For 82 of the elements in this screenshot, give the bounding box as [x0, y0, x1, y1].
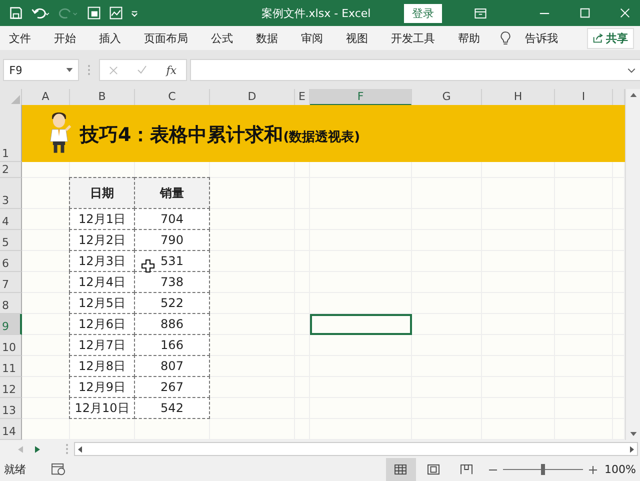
column-header[interactable]: F [310, 89, 412, 106]
table-cell: 704 [134, 208, 210, 230]
row-header[interactable]: 3 [0, 178, 22, 209]
next-sheet-icon[interactable] [35, 446, 40, 452]
row-header[interactable]: 5 [0, 230, 22, 251]
scroll-right-icon[interactable] [630, 446, 634, 452]
ribbon-tab[interactable]: 开始 [54, 30, 76, 46]
ribbon-tab[interactable]: 页面布局 [144, 30, 188, 46]
banner-subtitle: (数据透视表) [283, 128, 360, 146]
row-header[interactable]: 13 [0, 398, 22, 419]
row-header[interactable]: 10 [0, 335, 22, 356]
page-break-icon [460, 464, 474, 475]
scroll-left-icon[interactable] [78, 446, 82, 452]
table-cell: 12月10日 [69, 397, 135, 419]
banner-title: 技巧4：表格中累计求和 [80, 122, 284, 148]
table-header-cell: 销量 [134, 177, 210, 209]
share-icon [593, 33, 603, 43]
column-header[interactable]: A [22, 89, 70, 106]
chart-icon[interactable] [109, 6, 123, 20]
table-cell: 12月1日 [69, 208, 135, 230]
row-header[interactable]: 6 [0, 251, 22, 272]
save-icon[interactable] [9, 6, 23, 20]
row-header[interactable]: 2 [0, 162, 22, 178]
scroll-up-icon[interactable] [630, 93, 636, 97]
zoom-in-icon[interactable] [588, 466, 597, 474]
grid-icon [394, 464, 408, 475]
scroll-down-icon[interactable] [630, 432, 636, 436]
expand-caret-icon[interactable] [627, 68, 636, 72]
row-header[interactable]: 12 [0, 377, 22, 398]
insert-function-button[interactable]: fx [166, 64, 177, 76]
tell-me-search[interactable]: 告诉我 [525, 30, 558, 46]
form-icon[interactable] [87, 6, 101, 20]
customize-caret-icon[interactable] [131, 10, 138, 16]
column-header[interactable]: D [210, 89, 295, 106]
column-header[interactable]: B [70, 89, 135, 106]
column-header[interactable]: H [482, 89, 555, 106]
ribbon-tab[interactable]: 插入 [99, 30, 121, 46]
column-header[interactable]: E [295, 89, 310, 106]
table-cell: 542 [134, 397, 210, 419]
undo-icon[interactable] [31, 6, 51, 20]
normal-view-button[interactable] [386, 458, 416, 481]
ribbon-tab[interactable]: 开发工具 [391, 30, 435, 46]
row-header[interactable]: 11 [0, 356, 22, 377]
name-box[interactable]: F9 [3, 59, 79, 81]
maximize-icon[interactable] [580, 8, 590, 18]
column-header[interactable]: I [555, 89, 613, 106]
row-header[interactable]: 1 [0, 105, 22, 162]
share-button[interactable]: 共享 [587, 28, 634, 48]
ribbon-tab[interactable]: 公式 [211, 30, 233, 46]
column-header[interactable] [613, 89, 625, 106]
ribbon-tab[interactable]: 数据 [256, 30, 278, 46]
ribbon-tab[interactable]: 视图 [346, 30, 368, 46]
ribbon-display-icon[interactable] [474, 6, 487, 20]
row-header[interactable]: 7 [0, 272, 22, 293]
login-button[interactable]: 登录 [404, 4, 442, 22]
column-header[interactable]: G [412, 89, 482, 106]
redo-icon[interactable] [59, 6, 79, 20]
macro-record-icon[interactable] [51, 463, 66, 476]
ribbon-tab[interactable]: 审阅 [301, 30, 323, 46]
window-title: 案例文件.xlsx - Excel [260, 6, 372, 20]
status-text: 就绪 [4, 462, 26, 477]
row-header[interactable]: 14 [0, 419, 22, 440]
formula-input[interactable] [190, 59, 640, 81]
cancel-icon[interactable] [109, 66, 118, 74]
column-header[interactable]: C [135, 89, 210, 106]
row-header[interactable]: 9 [0, 314, 22, 335]
ribbon-tab[interactable]: 帮助 [458, 30, 480, 46]
close-icon[interactable] [620, 8, 630, 18]
ribbon-tab[interactable]: 文件 [9, 30, 31, 46]
vertical-scrollbar[interactable] [625, 89, 640, 440]
zoom-thumb[interactable] [540, 464, 545, 475]
previous-sheet-icon[interactable] [18, 446, 23, 452]
active-cell[interactable] [310, 314, 412, 335]
table-header-cell: 日期 [69, 177, 135, 209]
page-icon [427, 464, 440, 475]
confirm-icon[interactable] [137, 65, 148, 75]
horizontal-scrollbar[interactable] [74, 442, 638, 456]
cell-cursor-icon [141, 259, 155, 273]
lightbulb-icon[interactable] [500, 30, 511, 46]
row-header[interactable]: 8 [0, 293, 22, 314]
row-header[interactable]: 4 [0, 209, 22, 230]
zoom-level[interactable]: 100% [604, 463, 636, 476]
